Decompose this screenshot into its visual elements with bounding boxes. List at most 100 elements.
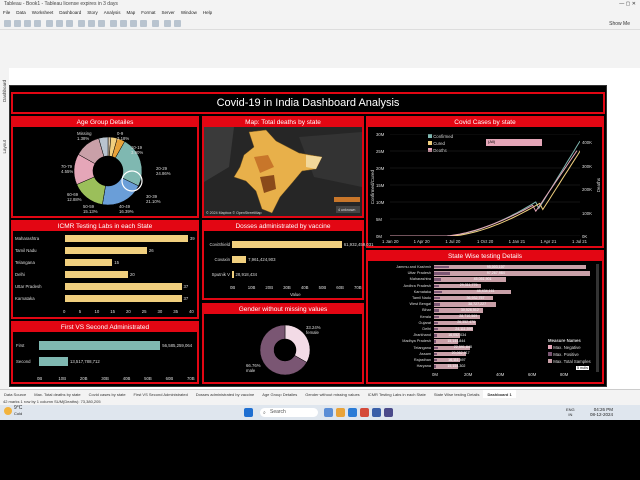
fs-bar[interactable] [39, 357, 68, 366]
show-me-button[interactable]: Show Me [609, 21, 630, 27]
chrome-icon[interactable] [360, 408, 369, 417]
sort-asc-icon[interactable] [88, 20, 95, 27]
state-bar-positive[interactable] [434, 278, 442, 281]
menu-data[interactable]: Data [13, 9, 29, 17]
cases-line-chart[interactable] [390, 134, 580, 236]
tableau-logo-icon[interactable] [4, 20, 11, 27]
redo-icon[interactable] [24, 20, 31, 27]
tab-dashboard-1[interactable]: Dashboard 1 [483, 390, 516, 398]
labels-icon[interactable] [130, 20, 137, 27]
state-bar-positive[interactable] [434, 334, 437, 337]
icmr-bar[interactable] [65, 283, 182, 290]
fix-axes-icon[interactable] [140, 20, 147, 27]
menu-story[interactable]: Story [84, 9, 101, 17]
state-bar-positive[interactable] [434, 303, 441, 306]
icmr-bar[interactable] [65, 259, 113, 266]
state-bar-positive[interactable] [434, 340, 437, 343]
state-bar-total[interactable] [434, 271, 590, 276]
present-icon[interactable] [174, 20, 181, 27]
tab-age-group[interactable]: Age Group Detailes [258, 390, 301, 398]
taskbar-search[interactable]: Search [260, 408, 318, 417]
window-controls[interactable]: — ▢ ✕ [619, 1, 636, 7]
vaccine-panel[interactable]: Dosses administrated by vaccine CoviShie… [202, 220, 374, 300]
icmr-bar[interactable] [65, 295, 182, 302]
highlight-icon[interactable] [110, 20, 117, 27]
covid-cases-panel[interactable]: Covid Cases by state Confirmed Cured Dea… [366, 116, 604, 248]
menu-dashboard[interactable]: Dashboard [56, 9, 84, 17]
tab-first-vs-second[interactable]: First VS Second Administrated [130, 390, 192, 398]
state-testing-scrollbar[interactable] [596, 264, 599, 372]
map-panel[interactable]: Map: Total deaths by state © 2024 Mapbox… [202, 116, 364, 218]
state-bar-positive[interactable] [434, 365, 437, 368]
menu-analysis[interactable]: Analysis [101, 9, 124, 17]
vaccine-bar[interactable] [232, 241, 342, 248]
duplicate-icon[interactable] [66, 20, 73, 27]
file-explorer-icon[interactable] [336, 408, 345, 417]
menu-window[interactable]: Window [178, 9, 200, 17]
new-datasource-icon[interactable] [46, 20, 53, 27]
weather-icon[interactable] [4, 407, 12, 415]
tab-gender[interactable]: Gender without missing values [301, 390, 363, 398]
state-bar-positive[interactable] [434, 284, 439, 287]
gender-panel[interactable]: Gender without missing values 33.24% fema… [202, 303, 364, 384]
menu-help[interactable]: Help [200, 9, 215, 17]
icmr-bar[interactable] [65, 271, 128, 278]
tab-state-testing[interactable]: State Wise testing Details [430, 390, 484, 398]
task-view-icon[interactable] [324, 408, 333, 417]
nulls-indicator[interactable]: 5 nulls [576, 366, 589, 370]
new-sheet-icon[interactable] [56, 20, 63, 27]
undo-icon[interactable] [14, 20, 21, 27]
swap-icon[interactable] [78, 20, 85, 27]
state-bar-total[interactable] [434, 289, 512, 295]
india-map[interactable] [204, 127, 362, 216]
state-bar-positive[interactable] [434, 328, 438, 331]
state-bar-total[interactable] [434, 265, 586, 270]
state-bar-positive[interactable] [434, 352, 438, 356]
state-bar-positive[interactable] [434, 321, 439, 325]
tab-data-source[interactable]: Data Source [0, 390, 30, 398]
state-bar-total[interactable] [434, 277, 507, 282]
vaccine-bar[interactable] [232, 271, 234, 278]
state-bar-positive[interactable] [434, 309, 439, 312]
tooltip-icon[interactable] [164, 20, 171, 27]
menu-file[interactable]: File [0, 9, 13, 17]
first-vs-second-panel[interactable]: First VS Second Administrated First 56,58… [11, 321, 199, 384]
gender-donut-chart[interactable] [258, 323, 312, 377]
icmr-labs-panel[interactable]: ICMR Testing Labs in each State Maharash… [11, 220, 199, 319]
language-indicator[interactable]: ENG IN [566, 407, 575, 417]
windows-start-icon[interactable] [244, 408, 253, 417]
state-testing-panel[interactable]: State Wise testing Details Jammu and Kas… [366, 250, 604, 384]
state-bar-positive[interactable] [434, 272, 450, 275]
age-group-panel[interactable]: Age Group Detailes Missing 1.38% 0-9 3.18%… [11, 116, 199, 218]
dashboard-tab-label[interactable]: Dashboard [2, 80, 7, 102]
state-bar-positive[interactable] [434, 297, 440, 300]
state-bar-positive[interactable] [434, 290, 442, 294]
tab-max-total-deaths[interactable]: Max. Total deaths by state [30, 390, 84, 398]
tab-dosses[interactable]: Dosses administrated by vaccine [192, 390, 258, 398]
line-cured[interactable] [394, 145, 580, 236]
vaccine-bar[interactable] [232, 256, 247, 263]
store-icon[interactable] [384, 408, 393, 417]
menu-format[interactable]: Format [138, 9, 158, 17]
state-bar-positive[interactable] [434, 346, 438, 349]
icmr-bar[interactable] [65, 235, 188, 242]
menu-server[interactable]: Server [159, 9, 178, 17]
line-deaths[interactable] [390, 150, 578, 236]
save-icon[interactable] [34, 20, 41, 27]
state-bar-positive[interactable] [434, 266, 450, 269]
tab-icmr[interactable]: ICMR Testing Labs in each State [364, 390, 430, 398]
layout-tab-label[interactable]: Layout [2, 140, 7, 154]
sort-desc-icon[interactable] [98, 20, 105, 27]
state-bar-positive[interactable] [434, 315, 439, 318]
state-bar-positive[interactable] [434, 359, 437, 362]
edge-icon[interactable] [348, 408, 357, 417]
group-icon[interactable] [120, 20, 127, 27]
state-bar-total[interactable] [434, 302, 496, 307]
menu-map[interactable]: Map [124, 9, 139, 17]
map-unknown-badge[interactable]: 4 unknown [338, 208, 355, 212]
fit-icon[interactable] [152, 20, 159, 27]
menu-worksheet[interactable]: Worksheet [29, 9, 56, 17]
tab-covid-cases[interactable]: Covid cases by state [85, 390, 130, 398]
fs-bar[interactable] [39, 341, 161, 350]
icmr-bar[interactable] [65, 247, 147, 254]
